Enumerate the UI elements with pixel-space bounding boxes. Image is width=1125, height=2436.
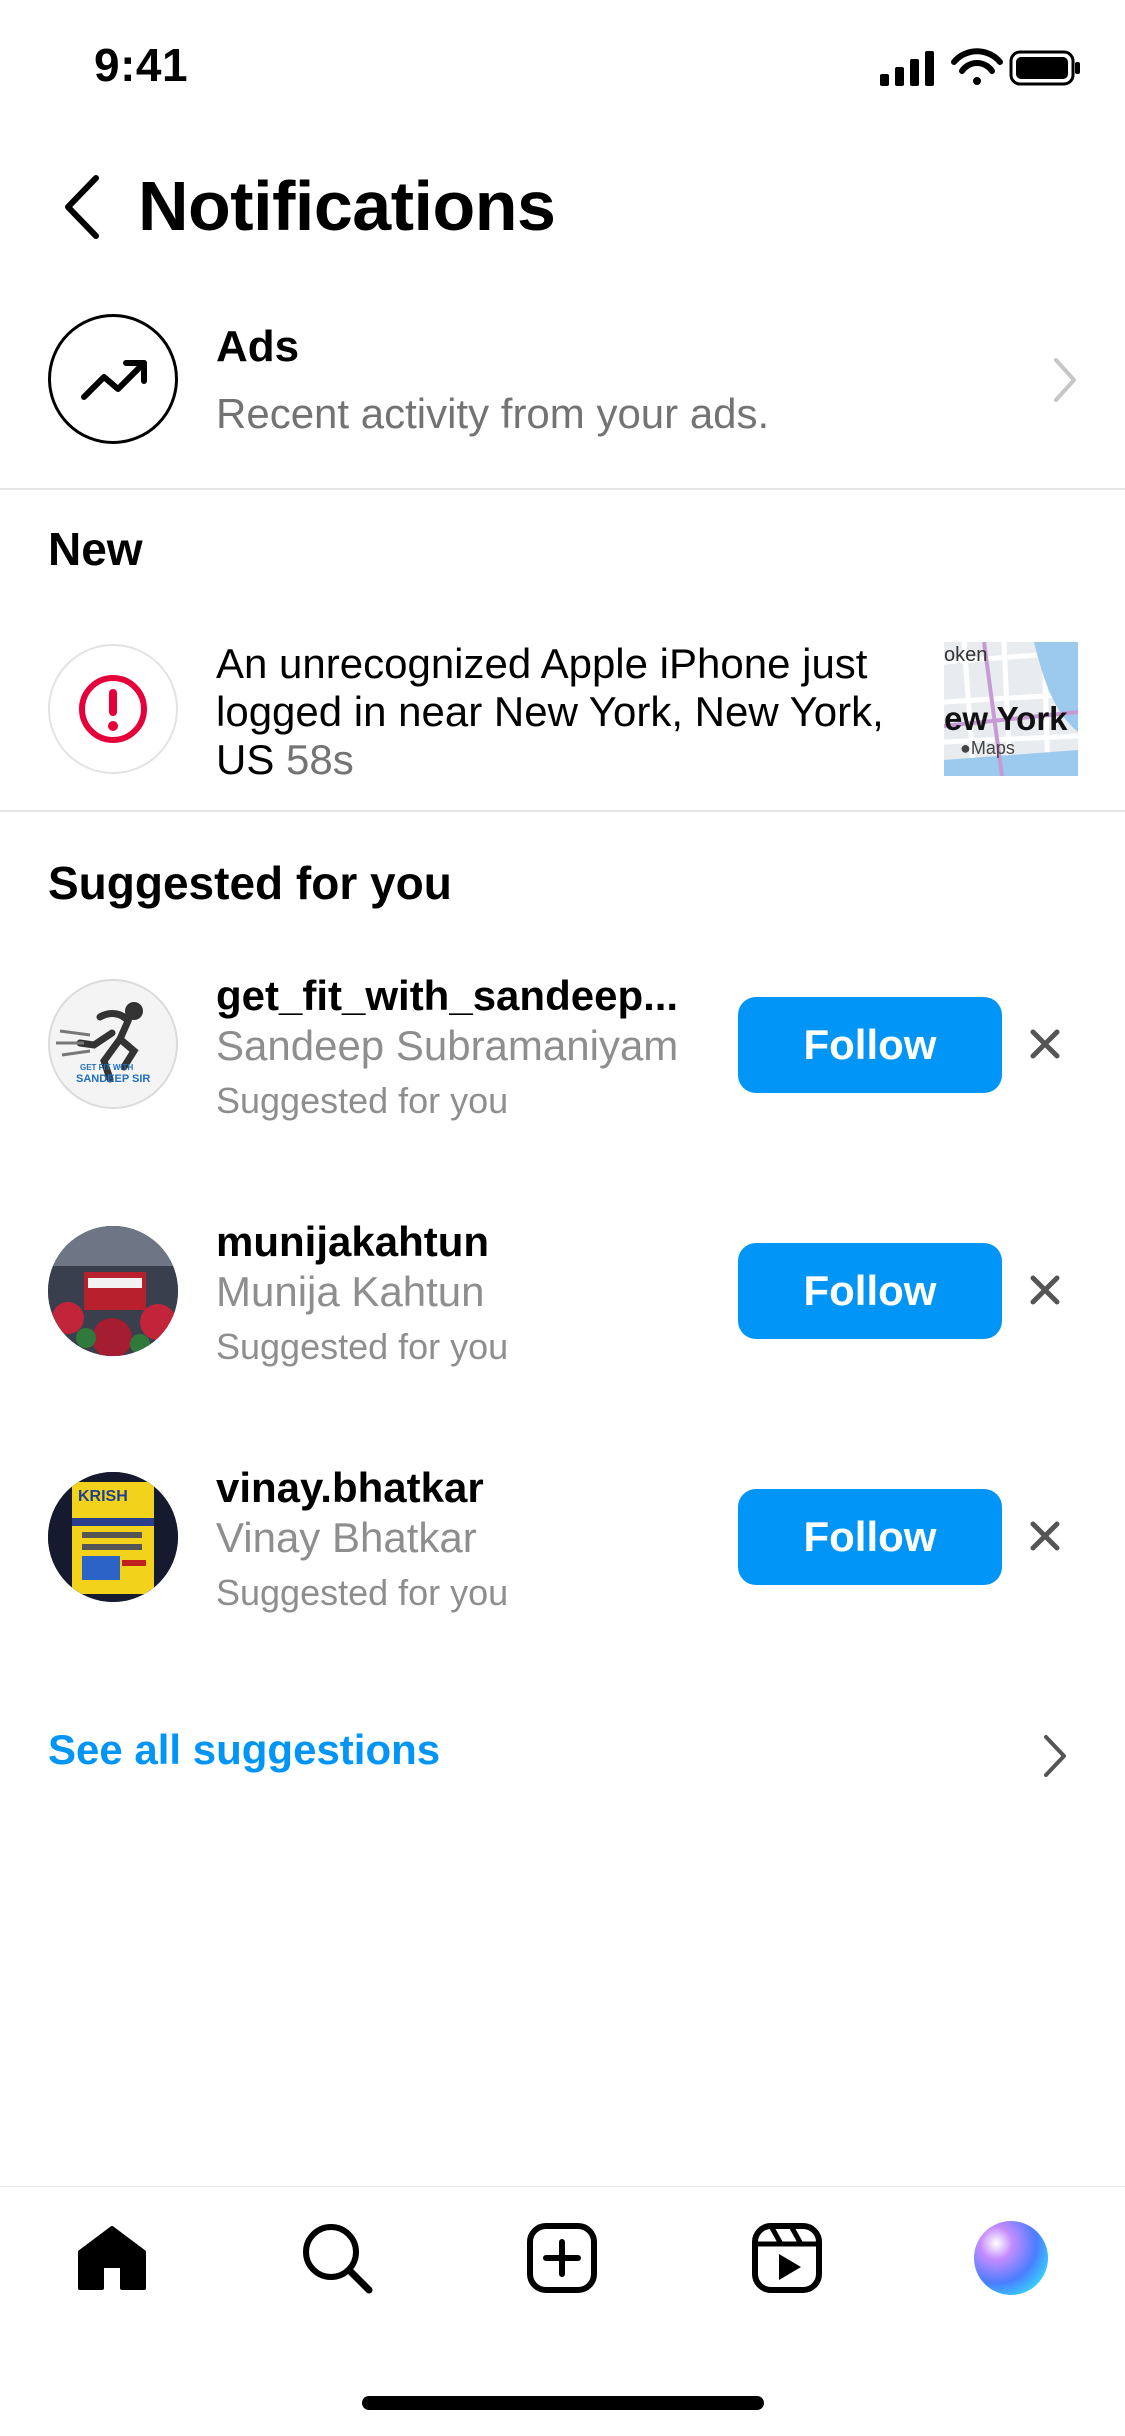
suggestion-fullname: Munija Kahtun xyxy=(216,1268,485,1315)
home-indicator xyxy=(362,2396,764,2410)
close-icon[interactable] xyxy=(1028,1519,1062,1553)
avatar-caption-top: KRISH xyxy=(78,1488,128,1505)
create-icon xyxy=(527,2223,597,2293)
suggestion-subtitle: Suggested for you xyxy=(216,1326,509,1367)
tab-create[interactable] xyxy=(522,2218,602,2298)
tab-search[interactable] xyxy=(297,2218,377,2298)
tab-profile[interactable] xyxy=(971,2218,1051,2298)
chevron-right-icon[interactable] xyxy=(1042,1733,1068,1779)
suggestion-fullname: Sandeep Subramaniyam xyxy=(216,1022,679,1069)
map-brand: Maps xyxy=(970,738,1015,758)
suggestion-fullname: Vinay Bhatkar xyxy=(216,1514,477,1561)
wifi-icon xyxy=(951,48,1003,85)
close-icon[interactable] xyxy=(1028,1273,1062,1307)
ads-icon-circle xyxy=(48,314,178,444)
status-time: 9:41 xyxy=(94,39,189,91)
back-button[interactable] xyxy=(58,172,108,242)
cellular-signal-icon xyxy=(880,51,934,86)
ads-title: Ads xyxy=(216,322,300,371)
follow-button[interactable]: Follow xyxy=(738,997,1002,1093)
close-icon[interactable] xyxy=(1028,1027,1062,1061)
search-icon xyxy=(303,2224,373,2294)
trending-up-icon xyxy=(81,360,147,400)
apple-logo-icon: ● xyxy=(960,738,971,758)
alert-icon xyxy=(79,675,147,743)
see-all-suggestions-link[interactable]: See all suggestions xyxy=(48,1726,440,1774)
suggestion-subtitle: Suggested for you xyxy=(216,1080,509,1121)
tab-bar-divider xyxy=(0,2186,1125,2187)
profile-avatar xyxy=(974,2221,1048,2295)
avatar[interactable]: KRISH xyxy=(48,1472,178,1602)
tab-home[interactable] xyxy=(72,2218,152,2298)
apple-maps-label: ●Maps xyxy=(960,738,1015,759)
map-thumbnail[interactable]: oken ew York ●Maps xyxy=(944,642,1078,776)
suggestion-subtitle: Suggested for you xyxy=(216,1572,509,1613)
suggestion-username[interactable]: get_fit_with_sandeep... xyxy=(216,972,678,1020)
suggestion-username[interactable]: munijakahtun xyxy=(216,1218,489,1266)
reels-icon xyxy=(752,2223,822,2293)
chevron-left-icon xyxy=(65,175,99,239)
avatar[interactable] xyxy=(48,1226,178,1356)
map-city-label: ew York xyxy=(944,700,1068,737)
login-alert-text[interactable]: An unrecognized Apple iPhone just logged… xyxy=(216,640,916,784)
avatar-caption-bottom: SANDEEP SIR xyxy=(76,1073,151,1085)
avatar-caption-top: GET FIT WITH xyxy=(80,1063,134,1072)
follow-button[interactable]: Follow xyxy=(738,1489,1002,1585)
chevron-right-icon xyxy=(1052,356,1078,404)
battery-icon xyxy=(1009,50,1080,86)
ads-subtitle: Recent activity from your ads. xyxy=(216,390,770,437)
alert-icon-circle xyxy=(48,644,178,774)
divider xyxy=(0,488,1125,490)
tab-reels[interactable] xyxy=(747,2218,827,2298)
avatar[interactable]: GET FIT WITH SANDEEP SIR xyxy=(48,979,178,1109)
home-icon xyxy=(78,2226,146,2290)
divider xyxy=(0,810,1125,812)
status-icons xyxy=(878,48,1083,88)
page-title: Notifications xyxy=(138,167,556,245)
follow-button[interactable]: Follow xyxy=(738,1243,1002,1339)
suggestion-username[interactable]: vinay.bhatkar xyxy=(216,1464,484,1512)
section-title-suggested: Suggested for you xyxy=(48,857,452,909)
section-title-new: New xyxy=(48,523,143,575)
map-top-label: oken xyxy=(944,644,988,666)
alert-time: 58s xyxy=(286,736,354,783)
